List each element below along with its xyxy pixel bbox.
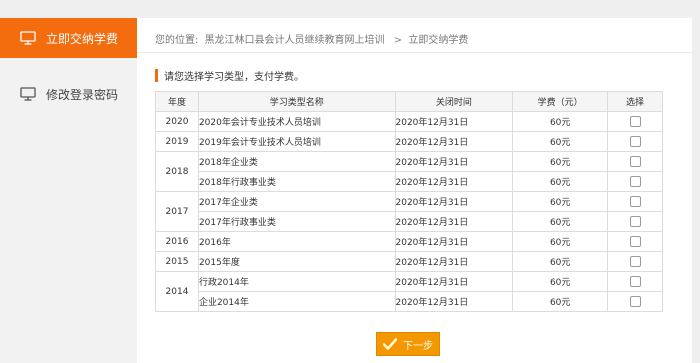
fee-cell: 60元 [512, 171, 609, 192]
select-checkbox[interactable] [629, 136, 641, 147]
select-cell [607, 131, 663, 152]
table-row: 2019 2019年会计专业技术人员培训 2020年12月31日 60元 [155, 131, 663, 152]
fee-cell: 60元 [512, 131, 609, 152]
breadcrumb-link-site[interactable]: 黑龙江林口县会计人员继续教育网上培训 [205, 35, 385, 46]
year-cell: 2018 [155, 151, 199, 192]
close-time-cell: 2020年12月31日 [394, 251, 514, 272]
col-header-type-name: 学习类型名称 [197, 91, 396, 112]
table-row: 2015 2015年度 2020年12月31日 60元 [155, 251, 663, 272]
type-name-cell: 行政2014年 [197, 271, 396, 292]
tuition-table: 年度 学习类型名称 关闭时间 学费（元） 选择 2020 2020年会计专业技术… [155, 91, 663, 312]
sidebar-item-pay-tuition[interactable]: 立即交纳学费 [0, 18, 145, 58]
type-name-cell: 2019年会计专业技术人员培训 [197, 131, 396, 152]
year-cell: 2020 [155, 111, 199, 132]
select-checkbox[interactable] [629, 176, 641, 187]
select-cell [607, 111, 663, 132]
sidebar-item-change-password[interactable]: 修改登录密码 [0, 74, 137, 114]
select-checkbox[interactable] [629, 116, 641, 127]
breadcrumb: 您的位置: 黑龙江林口县会计人员继续教育网上培训 > 立即交纳学费 [155, 31, 471, 46]
fee-cell: 60元 [512, 211, 609, 232]
year-cell: 2016 [155, 231, 199, 252]
select-cell [607, 171, 663, 192]
close-time-cell: 2020年12月31日 [394, 271, 514, 292]
fee-cell: 60元 [512, 251, 609, 272]
type-name-cell: 2017年行政事业类 [197, 211, 396, 232]
section-title-text: 请您选择学习类型，支付学费。 [164, 72, 304, 83]
monitor-icon [20, 31, 36, 45]
type-name-cell: 2018年行政事业类 [197, 171, 396, 192]
year-cell: 2015 [155, 251, 199, 272]
col-header-select: 选择 [607, 91, 663, 112]
fee-cell: 60元 [512, 111, 609, 132]
breadcrumb-prefix: 您的位置: [155, 35, 199, 46]
select-checkbox[interactable] [629, 156, 641, 167]
table-row: 2017 2017年企业类 2020年12月31日 60元 [155, 191, 663, 232]
col-header-fee: 学费（元） [512, 91, 609, 112]
table-row: 2014 行政2014年 2020年12月31日 60元 [155, 271, 663, 312]
header-divider [137, 52, 692, 53]
close-time-cell: 2020年12月31日 [394, 191, 514, 212]
table-row: 2018 2018年企业类 2020年12月31日 60元 [155, 151, 663, 192]
section-title: 请您选择学习类型，支付学费。 [155, 68, 304, 83]
breadcrumb-current[interactable]: 立即交纳学费 [408, 35, 468, 46]
fee-cell: 60元 [512, 231, 609, 252]
type-name-cell: 2016年 [197, 231, 396, 252]
select-checkbox[interactable] [629, 256, 641, 267]
sidebar-item-label: 修改登录密码 [46, 87, 119, 102]
col-header-year: 年度 [155, 91, 199, 112]
select-checkbox[interactable] [629, 236, 641, 247]
select-cell [607, 251, 663, 272]
close-time-cell: 2020年12月31日 [394, 211, 514, 232]
table-row: 企业2014年 2020年12月31日 60元 [156, 291, 663, 312]
year-cell: 2019 [155, 131, 199, 152]
main-panel: 您的位置: 黑龙江林口县会计人员继续教育网上培训 > 立即交纳学费 请您选择学习… [137, 18, 692, 363]
table-row: 2016 2016年 2020年12月31日 60元 [155, 231, 663, 252]
close-time-cell: 2020年12月31日 [394, 111, 514, 132]
fee-cell: 60元 [512, 191, 609, 212]
type-name-cell: 2020年会计专业技术人员培训 [197, 111, 396, 132]
close-time-cell: 2020年12月31日 [394, 231, 514, 252]
type-name-cell: 2017年企业类 [197, 191, 396, 212]
next-step-button[interactable]: 下一步 [376, 332, 440, 356]
select-cell [607, 231, 663, 252]
type-name-cell: 企业2014年 [197, 291, 396, 312]
select-checkbox[interactable] [629, 216, 641, 227]
check-icon [383, 338, 397, 350]
select-checkbox[interactable] [629, 196, 641, 207]
sidebar: 立即交纳学费 修改登录密码 [0, 18, 145, 363]
fee-cell: 60元 [512, 151, 609, 172]
select-cell [607, 191, 663, 212]
table-header-row: 年度 学习类型名称 关闭时间 学费（元） 选择 [155, 91, 663, 112]
table-row: 2020 2020年会计专业技术人员培训 2020年12月31日 60元 [155, 111, 663, 132]
select-cell [607, 271, 663, 292]
select-cell [607, 151, 663, 172]
close-time-cell: 2020年12月31日 [394, 151, 514, 172]
select-cell [607, 291, 663, 312]
year-cell: 2017 [155, 191, 199, 232]
type-name-cell: 2015年度 [197, 251, 396, 272]
close-time-cell: 2020年12月31日 [394, 131, 514, 152]
title-accent-bar [155, 69, 158, 82]
select-checkbox[interactable] [629, 296, 641, 307]
select-checkbox[interactable] [629, 276, 641, 287]
year-cell: 2014 [155, 271, 199, 312]
col-header-close-time: 关闭时间 [394, 91, 514, 112]
close-time-cell: 2020年12月31日 [394, 171, 514, 192]
fee-cell: 60元 [512, 271, 609, 292]
select-cell [607, 211, 663, 232]
table-row: 2017年行政事业类 2020年12月31日 60元 [156, 211, 663, 232]
table-row: 2018年行政事业类 2020年12月31日 60元 [156, 171, 663, 192]
breadcrumb-separator: > [393, 35, 403, 46]
fee-cell: 60元 [512, 291, 609, 312]
sidebar-item-label: 立即交纳学费 [46, 31, 119, 46]
monitor-icon [20, 87, 36, 101]
close-time-cell: 2020年12月31日 [394, 291, 514, 312]
next-step-label: 下一步 [403, 340, 433, 352]
type-name-cell: 2018年企业类 [197, 151, 396, 172]
